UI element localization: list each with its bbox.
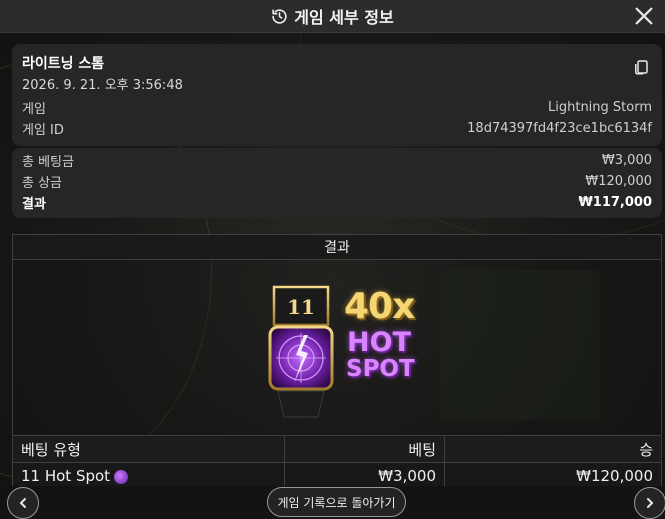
net-result-row: 결과 ₩117,000 <box>22 192 652 213</box>
hot-spot-icon <box>114 469 129 484</box>
next-game-button[interactable] <box>634 487 665 519</box>
game-name: 라이트닝 스톰 <box>22 56 105 72</box>
dialog-title: 게임 세부 정보 <box>271 4 394 28</box>
net-result-label: 결과 <box>22 197 46 212</box>
summary-card: 총 베팅금 ₩3,000 총 상금 ₩120,000 결과 ₩117,000 <box>12 148 662 218</box>
multiplier-text: 40x <box>344 286 415 327</box>
dialog-header: 게임 세부 정보 <box>0 0 665 33</box>
game-row: 게임 Lightning Storm <box>22 97 652 118</box>
game-datetime: 2026. 9. 21. 오후 3:56:48 <box>22 78 183 93</box>
total-bet-label: 총 베팅금 <box>22 155 74 170</box>
back-to-history-button[interactable]: 게임 기록으로 돌아가기 <box>267 487 406 517</box>
result-panel <box>12 260 662 435</box>
total-win-row: 총 상금 ₩120,000 <box>22 171 652 192</box>
previous-game-button[interactable] <box>7 487 39 519</box>
game-id-label: 게임 ID <box>22 123 64 138</box>
hot-spot-number: 11 <box>287 295 315 319</box>
chevron-right-icon <box>647 498 654 508</box>
bet-table-header-row: 베팅 유형 베팅 승 <box>12 435 662 463</box>
game-id-row: 게임 ID 18d74397fd4f23ce1bc6134f <box>22 118 652 139</box>
hot-text: HOT <box>347 327 411 358</box>
spot-text: SPOT <box>346 356 415 382</box>
bet-table: 베팅 유형 베팅 승 11 Hot Spot ₩3,000 ₩120,000 <box>12 435 662 490</box>
chevron-left-icon <box>19 498 26 508</box>
hot-spot-badge: 11 <box>268 285 334 418</box>
game-value: Lightning Storm <box>548 100 652 115</box>
bet-type-header: 베팅 유형 <box>12 435 285 463</box>
dialog-title-text: 게임 세부 정보 <box>294 8 394 27</box>
game-label: 게임 <box>22 102 46 117</box>
history-icon <box>272 8 287 24</box>
close-icon[interactable] <box>633 5 655 27</box>
bet-amount-header: 베팅 <box>284 435 445 463</box>
total-bet-row: 총 베팅금 ₩3,000 <box>22 150 652 171</box>
total-win-label: 총 상금 <box>22 176 63 191</box>
result-heading: 결과 <box>12 234 662 260</box>
game-id-value: 18d74397fd4f23ce1bc6134f <box>467 121 652 136</box>
copy-icon[interactable] <box>632 58 650 76</box>
net-result-value: ₩117,000 <box>578 195 652 210</box>
total-win-value: ₩120,000 <box>585 174 652 189</box>
total-bet-value: ₩3,000 <box>601 153 652 168</box>
bet-type-text: 11 Hot Spot <box>21 467 111 485</box>
game-info-card: 라이트닝 스톰 2026. 9. 21. 오후 3:56:48 게임 Light… <box>12 44 662 146</box>
win-amount-header: 승 <box>444 435 662 463</box>
